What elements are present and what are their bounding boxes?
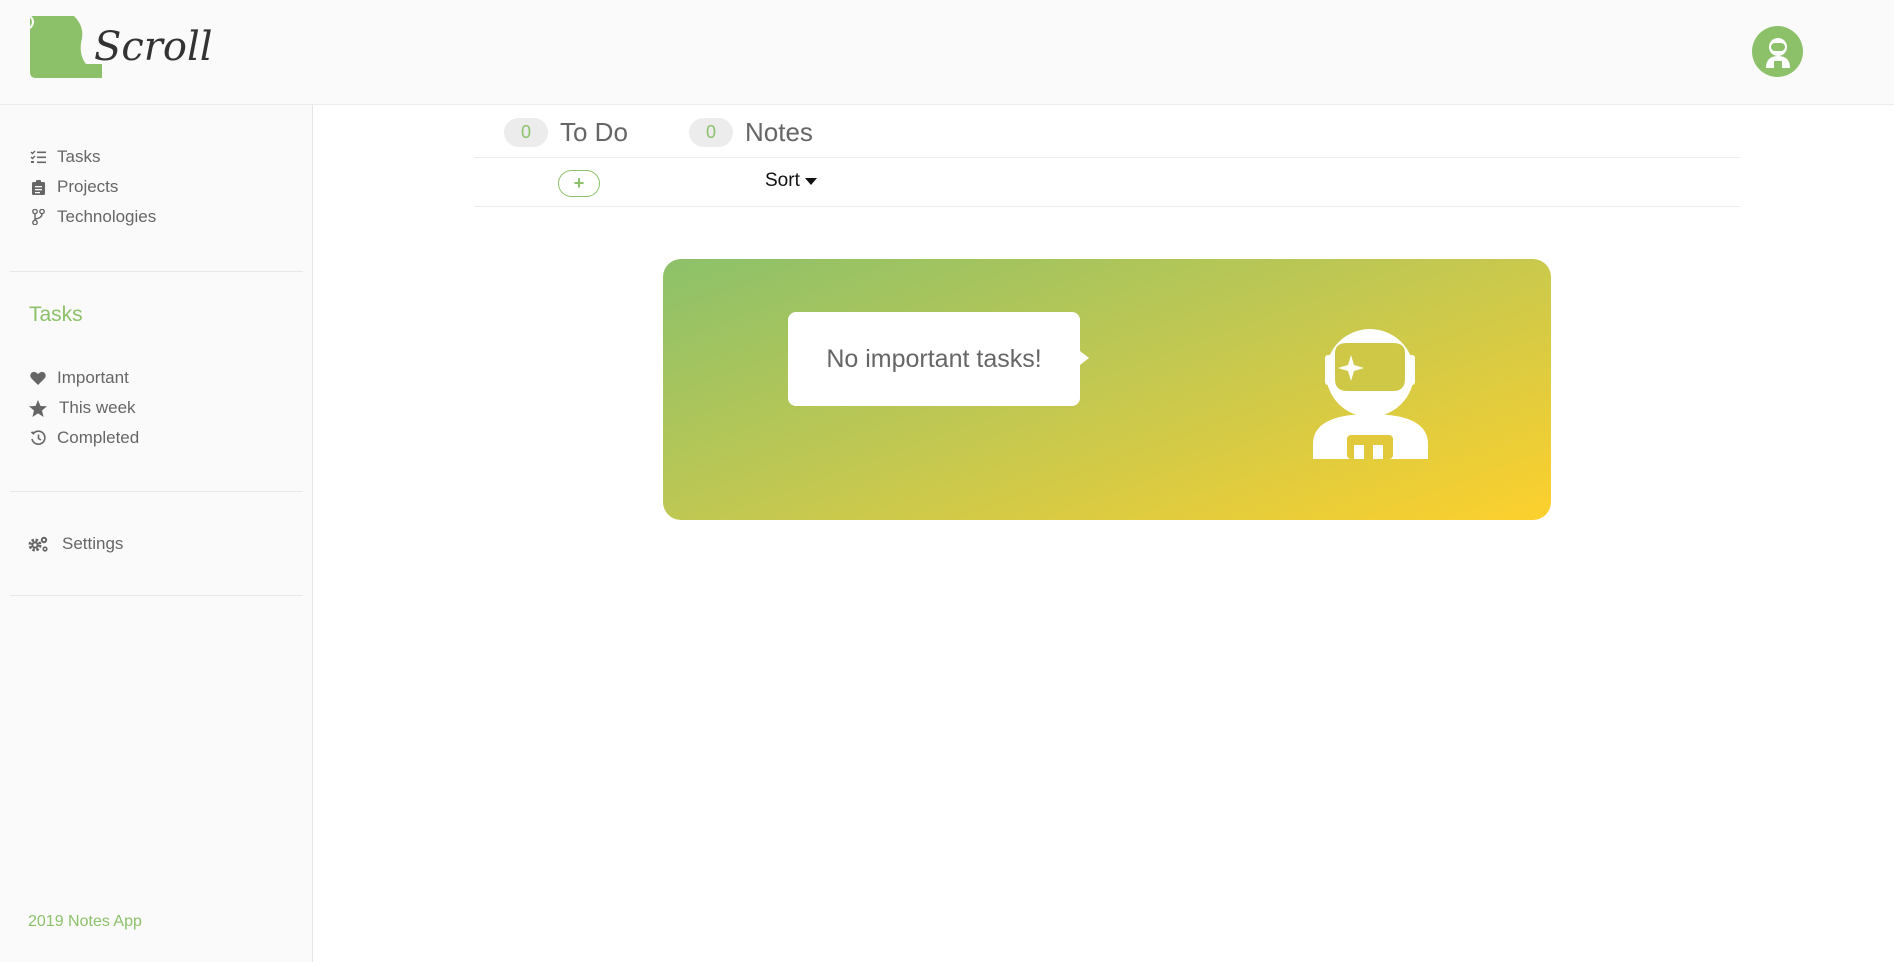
clipboard-icon [28,177,48,197]
cogs-icon [28,534,50,554]
todo-count-badge: 0 [504,118,548,147]
sort-dropdown[interactable]: Sort [765,170,817,192]
astronaut-avatar-icon [1765,37,1790,68]
notes-count-badge: 0 [689,118,733,147]
star-icon [28,398,48,418]
main-content: 0 To Do 0 Notes + Sort No important task… [314,105,1894,962]
code-branch-icon [28,207,48,227]
tasks-list-icon [28,147,48,167]
sidebar-item-label: Projects [57,177,119,196]
sidebar-item-label: Technologies [57,207,157,226]
sidebar-item-important[interactable]: Important [28,363,139,393]
logo-text: Scroll [94,24,213,70]
app-header: Scroll [0,0,1894,105]
sidebar-item-completed[interactable]: Completed [28,423,139,453]
sidebar-item-technologies[interactable]: Technologies [28,202,156,232]
scroll-logo[interactable]: Scroll [26,14,213,89]
sidebar-item-projects[interactable]: Projects [28,172,156,202]
caret-down-icon [804,177,817,185]
astronaut-icon [1313,329,1428,459]
sidebar: Tasks Projects Technologies Tasks Import… [0,105,313,962]
tab-label: Notes [745,117,813,147]
sidebar-item-label: Completed [57,428,140,447]
sidebar-settings-nav: Settings [28,529,123,559]
toolbar: + Sort [474,158,1740,207]
sidebar-footer: 2019 Notes App [28,913,142,930]
sidebar-main-nav: Tasks Projects Technologies [28,142,156,232]
sidebar-item-tasks[interactable]: Tasks [28,142,156,172]
sidebar-item-label: This week [59,398,136,417]
sidebar-item-label: Tasks [57,147,101,166]
heart-icon [28,368,48,388]
user-avatar[interactable] [1752,26,1803,77]
sidebar-section-title: Tasks [29,303,83,326]
sort-label: Sort [765,170,800,191]
history-icon [28,428,48,448]
sidebar-item-label: Important [57,368,129,387]
sidebar-item-label: Settings [62,534,124,553]
sidebar-divider [10,491,303,492]
tab-notes[interactable]: 0 Notes [689,117,813,148]
speech-bubble: No important tasks! [788,312,1089,406]
sidebar-item-settings[interactable]: Settings [28,529,123,559]
tab-todo[interactable]: 0 To Do [504,117,628,148]
sidebar-divider [10,595,303,596]
empty-state-banner: No important tasks! [663,259,1551,520]
tab-bar: 0 To Do 0 Notes [474,105,1740,158]
sidebar-tasks-nav: Important This week Completed [28,363,139,453]
empty-state-message: No important tasks! [826,344,1042,373]
tab-label: To Do [560,117,628,147]
sidebar-item-this-week[interactable]: This week [28,393,139,423]
add-task-button[interactable]: + [558,170,600,197]
sidebar-divider [10,271,303,272]
